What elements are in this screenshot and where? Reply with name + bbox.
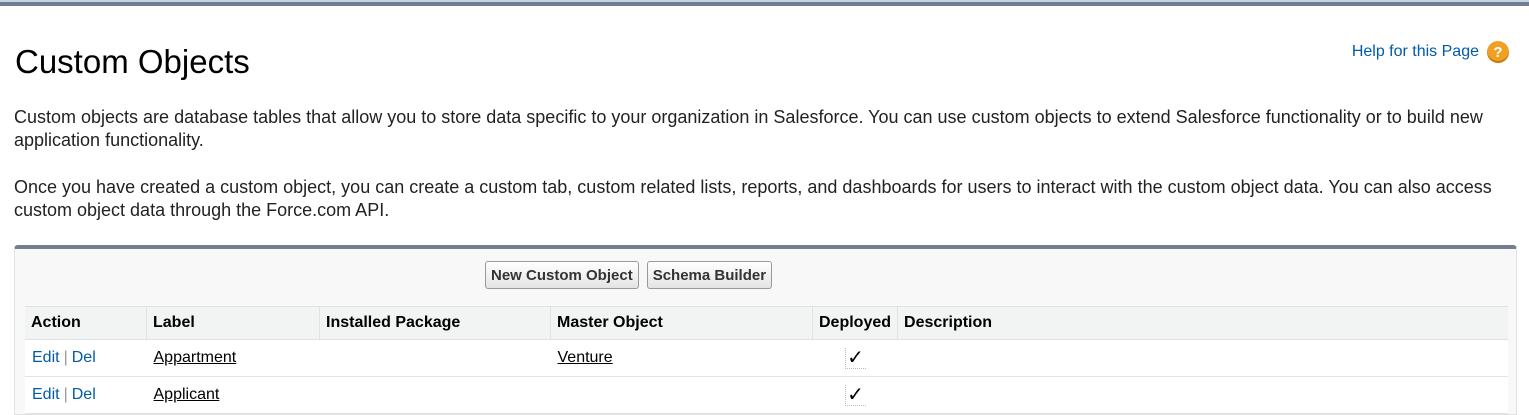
table-row: Edit | Del Appartment Venture ✓ [25,339,1508,377]
column-header-label[interactable]: Label [146,306,320,340]
table-header-row: Action Label Installed Package Master Ob… [25,306,1508,340]
column-header-installed-package[interactable]: Installed Package [319,306,551,340]
description-cell [897,339,1508,377]
description-paragraph-1: Custom objects are database tables that … [14,107,1483,150]
column-header-description[interactable]: Description [897,306,1508,340]
column-header-master-object[interactable]: Master Object [550,306,813,340]
description-cell [897,376,1508,414]
checkmark-icon: ✓ [844,384,866,406]
action-cell: Edit | Del [25,339,147,377]
help-icon[interactable]: ? [1487,41,1509,63]
deployed-cell: ✓ [812,376,898,414]
action-separator: | [63,386,68,403]
master-object-cell: Venture [550,339,813,377]
button-row: New Custom Object Schema Builder [485,261,773,289]
custom-objects-table: Action Label Installed Package Master Ob… [25,306,1508,414]
help-link-text: Help for this Page [1351,43,1479,60]
action-cell: Edit | Del [25,376,147,414]
edit-link[interactable]: Edit [32,349,60,366]
master-object-link[interactable]: Venture [558,349,613,366]
installed-package-cell [319,339,551,377]
deployed-cell: ✓ [812,339,898,377]
label-cell: Appartment [146,339,320,377]
label-cell: Applicant [146,376,320,414]
action-separator: | [63,349,68,366]
master-object-cell [550,376,813,414]
description-paragraph-2: Once you have created a custom object, y… [14,177,1492,220]
custom-objects-list-panel: New Custom Object Schema Builder Action … [14,245,1517,415]
schema-builder-button[interactable]: Schema Builder [646,261,773,289]
new-custom-object-button[interactable]: New Custom Object [485,261,639,289]
page-title: Custom Objects [15,43,250,80]
help-for-this-page-link[interactable]: Help for this Page ? [1352,41,1509,63]
edit-link[interactable]: Edit [32,386,60,403]
object-label-link[interactable]: Appartment [154,349,237,366]
column-header-action[interactable]: Action [25,306,147,340]
object-label-link[interactable]: Applicant [154,386,220,403]
top-header-bar [0,0,1529,6]
checkmark-icon: ✓ [844,347,866,369]
table-row: Edit | Del Applicant ✓ [25,376,1508,414]
delete-link[interactable]: Del [72,386,96,403]
delete-link[interactable]: Del [72,349,96,366]
column-header-deployed[interactable]: Deployed [812,306,899,340]
installed-package-cell [319,376,551,414]
